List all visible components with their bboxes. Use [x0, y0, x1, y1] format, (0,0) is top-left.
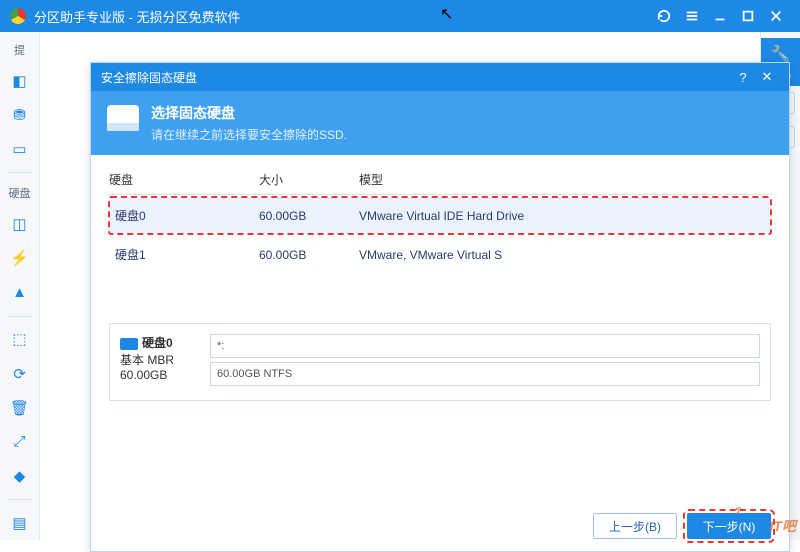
disk-model: VMware Virtual IDE Hard Drive: [359, 209, 771, 223]
sidebar-disk-icon[interactable]: ⛃: [6, 102, 34, 128]
refresh-icon[interactable]: [650, 0, 678, 32]
disk-name: 硬盘0: [115, 209, 146, 223]
detail-disk-name: 硬盘0: [142, 336, 173, 350]
sidebar-wizard-icon[interactable]: ◧: [6, 68, 34, 94]
dialog-header: 选择固态硬盘 请在继续之前选择要安全擦除的SSD.: [91, 91, 789, 155]
dialog-title: 安全擦除固态硬盘: [101, 69, 197, 86]
sidebar-clean-icon[interactable]: ▲: [6, 279, 34, 305]
content-area: 🔧 工具 ▦ ☰ 安全擦除固态硬盘 ? ✕ 选择固态硬盘 请在继续之前选择要安全…: [40, 32, 800, 540]
sidebar-save-icon[interactable]: ▭: [6, 136, 34, 162]
eraser-icon: [107, 105, 139, 131]
sidebar-reload-icon[interactable]: ⟳: [6, 361, 34, 387]
dialog-help-icon[interactable]: ?: [731, 70, 755, 85]
col-model: 模型: [359, 171, 771, 188]
sidebar-lightning-icon[interactable]: ⚡: [6, 245, 34, 271]
next-button[interactable]: 下一步(N): [687, 513, 771, 539]
maximize-icon[interactable]: [734, 0, 762, 32]
app-logo-icon: [10, 8, 26, 24]
dialog-subheading: 请在继续之前选择要安全擦除的SSD.: [151, 126, 347, 143]
dialog-footer: 上一步(B) 下一步(N): [593, 513, 771, 539]
disk-name: 硬盘1: [115, 248, 146, 262]
disk-model: VMware, VMware Virtual S: [359, 248, 771, 262]
watermark: IT吧: [770, 516, 796, 536]
disk-size: 60.00GB: [259, 209, 359, 223]
partition-bar[interactable]: 60.00GB NTFS: [210, 362, 760, 386]
back-button[interactable]: 上一步(B): [593, 513, 677, 539]
disk-detail-panel: 硬盘0 基本 MBR 60.00GB *: 60.00GB NTFS: [109, 323, 771, 401]
left-sidebar: 提 ◧ ⛃ ▭ 硬盘 ◫ ⚡ ▲ ⬚ ⟳ 🗑 ⤢ ◆ ▤: [0, 32, 40, 540]
watermark-decor: ร: [734, 501, 740, 520]
table-row[interactable]: 硬盘1 60.00GB VMware, VMware Virtual S: [109, 236, 771, 273]
wrench-icon[interactable]: 🔧: [771, 44, 791, 64]
main-titlebar: 分区助手专业版 - 无损分区免费软件: [0, 0, 800, 32]
dialog-titlebar: 安全擦除固态硬盘 ? ✕: [91, 63, 789, 91]
disk-icon: [120, 338, 138, 350]
sidebar-apply-label: 提: [14, 42, 25, 58]
minimize-icon[interactable]: [706, 0, 734, 32]
detail-type: 基本 MBR: [120, 351, 210, 368]
col-disk: 硬盘: [109, 171, 259, 188]
wipe-ssd-dialog: 安全擦除固态硬盘 ? ✕ 选择固态硬盘 请在继续之前选择要安全擦除的SSD. 硬…: [90, 62, 790, 552]
sidebar-list-icon[interactable]: ▤: [6, 510, 34, 536]
sidebar-partition-icon[interactable]: ◫: [6, 211, 34, 237]
sidebar-expand-icon[interactable]: ⤢: [6, 429, 34, 455]
app-title: 分区助手专业版 - 无损分区免费软件: [34, 7, 241, 26]
col-size: 大小: [259, 171, 359, 188]
table-row[interactable]: 硬盘0 60.00GB VMware Virtual IDE Hard Driv…: [109, 197, 771, 234]
close-icon[interactable]: [762, 0, 790, 32]
sidebar-trash-icon[interactable]: 🗑: [6, 395, 34, 421]
partition-bar[interactable]: *:: [210, 334, 760, 358]
sidebar-cube-icon[interactable]: ⬚: [6, 326, 34, 352]
disk-table-header: 硬盘 大小 模型: [109, 165, 771, 195]
sidebar-erase-icon[interactable]: ◆: [6, 463, 34, 489]
disk-size: 60.00GB: [259, 248, 359, 262]
menu-icon[interactable]: [678, 0, 706, 32]
dialog-close-icon[interactable]: ✕: [755, 69, 779, 85]
detail-total: 60.00GB: [120, 368, 210, 382]
sidebar-section-label: 硬盘: [9, 185, 31, 201]
dialog-heading: 选择固态硬盘: [151, 103, 347, 123]
